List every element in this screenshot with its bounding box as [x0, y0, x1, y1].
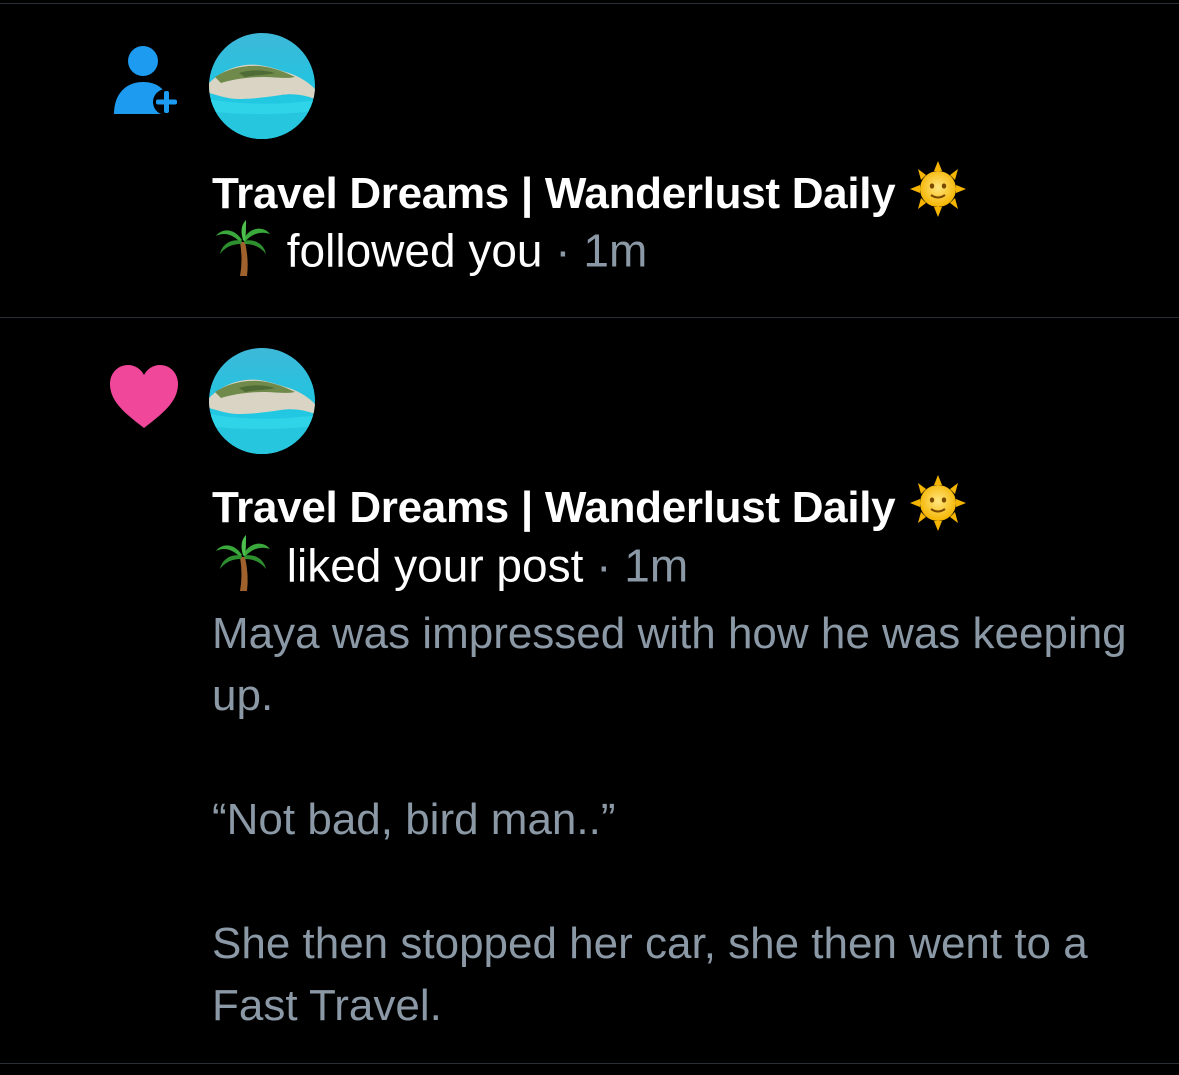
account-name[interactable]: Travel Dreams | Wanderlust Daily	[212, 169, 896, 218]
account-avatar[interactable]	[209, 33, 315, 139]
palm-tree-icon	[212, 220, 274, 289]
timestamp: 1m	[583, 224, 648, 277]
post-text[interactable]: Maya was impressed with how he was keepi…	[212, 603, 1152, 1037]
heart-icon	[108, 364, 180, 430]
action-line: followed you · 1m	[212, 220, 647, 289]
action-line: liked your post · 1m	[212, 535, 688, 604]
timestamp: 1m	[624, 539, 689, 592]
notification-like[interactable]: Travel Dreams | Wanderlust Daily liked y…	[0, 318, 1179, 1064]
sun-with-face-icon	[907, 161, 969, 232]
person-add-icon	[110, 44, 180, 116]
account-name[interactable]: Travel Dreams | Wanderlust Daily	[212, 483, 896, 532]
notification-follow[interactable]: Travel Dreams | Wanderlust Daily followe…	[0, 0, 1179, 318]
account-avatar[interactable]	[209, 348, 315, 454]
sun-with-face-icon	[907, 475, 969, 546]
separator-dot: ·	[596, 539, 612, 592]
separator-dot: ·	[555, 224, 571, 277]
bottom-divider	[0, 1063, 1179, 1064]
palm-tree-icon	[212, 535, 274, 604]
action-text: followed you	[286, 224, 543, 277]
action-text: liked your post	[286, 539, 584, 592]
